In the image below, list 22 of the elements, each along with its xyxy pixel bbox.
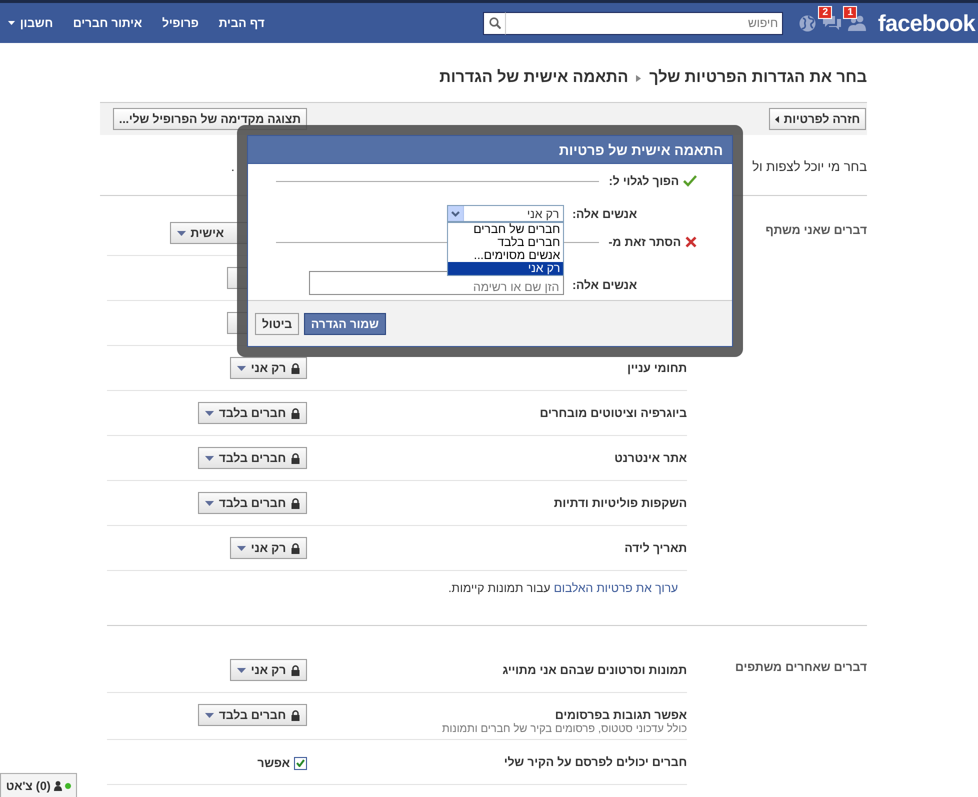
- section-title: דברים שאחרים משתפים: [735, 660, 867, 674]
- section-title: דברים שאני משתף: [765, 223, 867, 237]
- group-heading: הפוך לגלוי ל:: [608, 174, 679, 188]
- intro-text: בחר מי יוכל לצפות ול: [752, 159, 867, 174]
- field-label: אנשים אלה:: [572, 277, 637, 292]
- setting-label: אפשר תגובות בפרסומים: [555, 708, 687, 722]
- dialog-title: התאמה אישית של פרטיות: [559, 142, 723, 158]
- setting-description: כולל עדכוני סטטוס, פרסומים בקיר של חברים ותמונות: [442, 723, 687, 735]
- page-title: התאמה אישית של הגדרות: [439, 69, 628, 87]
- setting-label: אתר אינטרנט: [614, 451, 687, 465]
- setting-label: תמונות וסרטונים שבהם אני מתוייג: [502, 663, 687, 677]
- setting-label: השקפות פוליטיות ודתיות: [554, 496, 687, 510]
- setting-label: חברים יכולים לפרסם על הקיר שלי: [504, 755, 687, 769]
- setting-label: תאריך לידה: [624, 541, 687, 555]
- notification-badge: 1: [843, 6, 858, 19]
- setting-label: ביוגרפיה וציטוטים מובחרים: [540, 406, 687, 420]
- group-heading: הסתר זאת מ-: [608, 235, 681, 249]
- intro-text: .: [230, 159, 235, 174]
- setting-label: תחומי עניין: [627, 361, 687, 375]
- album-privacy-text: ערוך את פרטיות האלבום עבור תמונות קיימות.: [447, 580, 678, 595]
- notification-badge: 2: [818, 6, 832, 19]
- field-label: אנשים אלה:: [572, 206, 637, 220]
